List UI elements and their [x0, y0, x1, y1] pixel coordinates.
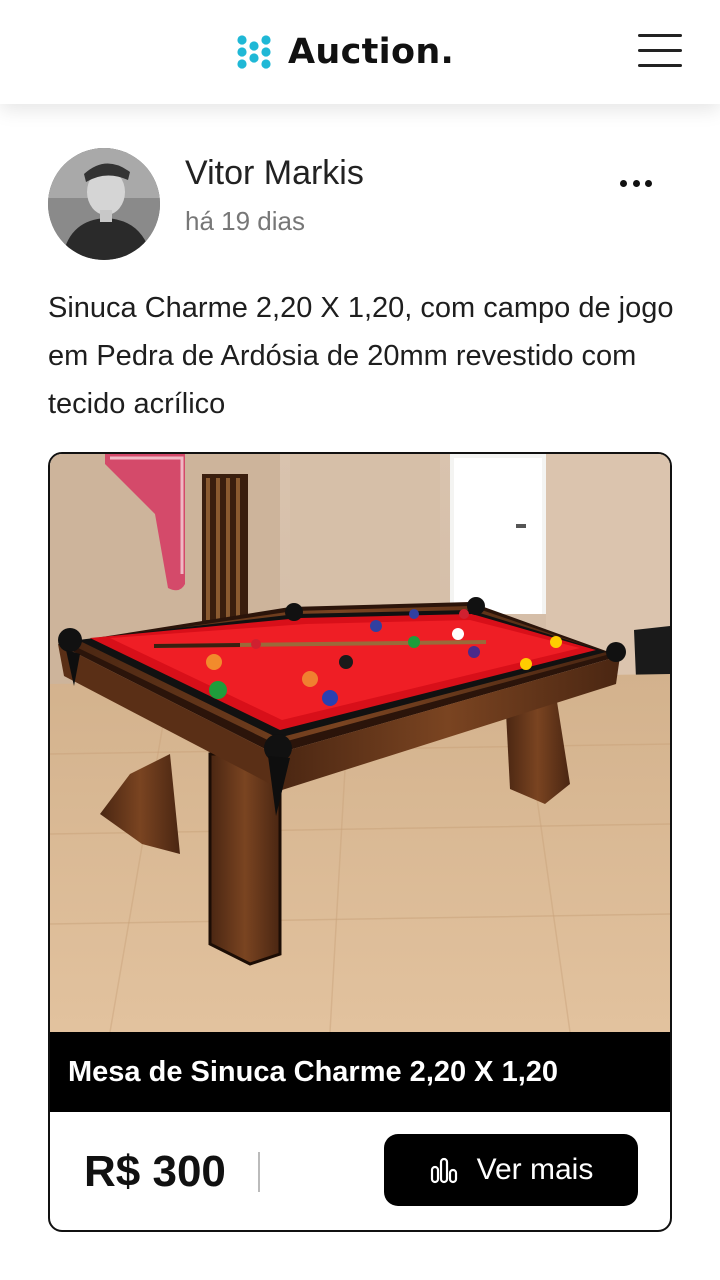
more-horizontal-icon[interactable]: [614, 166, 658, 200]
price: R$ 300: [84, 1147, 226, 1196]
auction-card[interactable]: Mesa de Sinuca Charme 2,20 X 1,20 R$ 300…: [48, 452, 672, 1232]
post-timestamp: há 19 dias: [185, 206, 305, 236]
see-more-label: Ver mais: [476, 1153, 594, 1186]
hamburger-menu-icon[interactable]: [638, 34, 682, 70]
post-text: Sinuca Charme 2,20 X 1,20, com campo de …: [48, 292, 674, 420]
price-divider: [258, 1152, 260, 1192]
author-name[interactable]: Vitor Markis: [185, 154, 364, 193]
product-photo: [50, 454, 670, 1032]
bar-chart-icon: [430, 1157, 457, 1184]
product-title: Mesa de Sinuca Charme 2,20 X 1,20: [50, 1032, 670, 1112]
brand-name: Auction.: [288, 32, 455, 72]
app-header: Auction.: [0, 0, 720, 104]
dots-logo-icon: [237, 35, 271, 69]
brand[interactable]: Auction.: [234, 30, 454, 74]
avatar[interactable]: [48, 148, 160, 260]
see-more-button[interactable]: Ver mais: [384, 1134, 638, 1206]
